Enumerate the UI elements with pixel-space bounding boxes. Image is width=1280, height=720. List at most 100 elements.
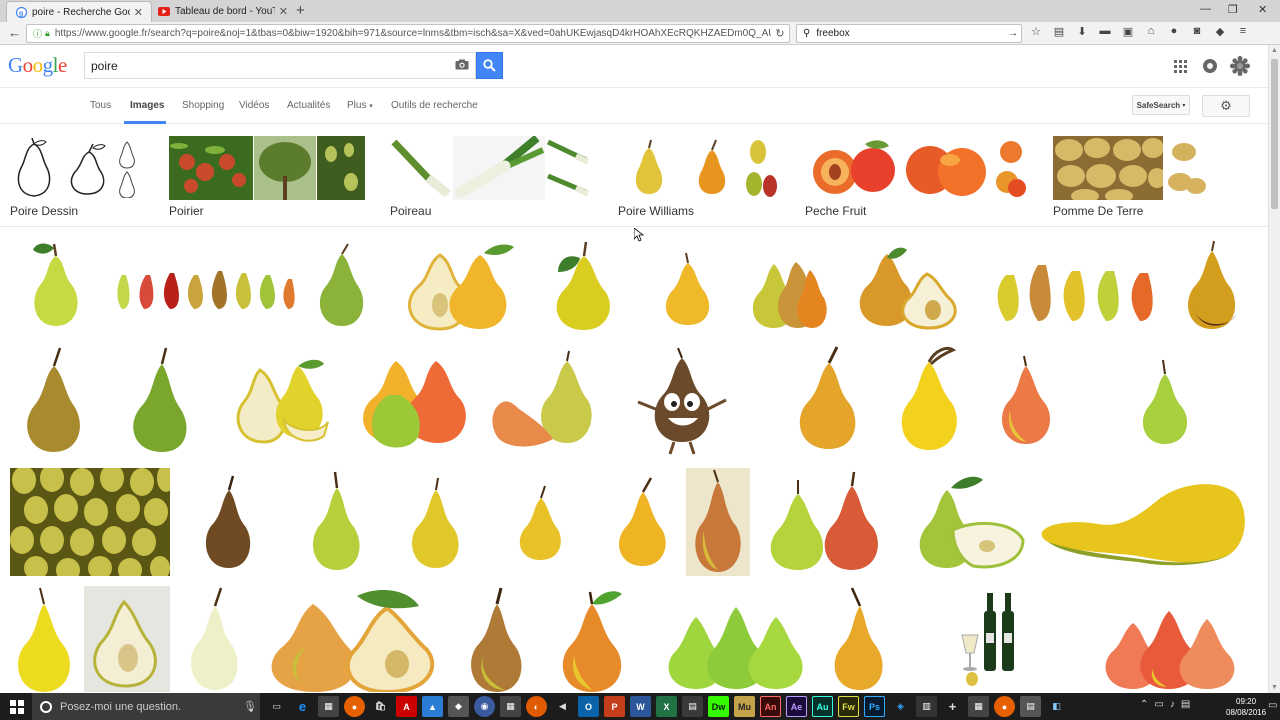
outlook-icon[interactable]: O [578,696,599,717]
image-result[interactable] [482,342,602,458]
app-icon[interactable]: ◀ [552,696,573,717]
image-result[interactable] [1038,468,1246,576]
go-arrow-icon[interactable]: → [1005,28,1021,39]
image-result[interactable] [984,238,1172,332]
image-result[interactable] [756,468,896,576]
home-icon[interactable]: ⌂ [1143,25,1159,38]
settings-button[interactable]: ⚙ [1202,95,1250,117]
chevron-up-icon[interactable]: ⌃ [1140,699,1148,710]
image-result[interactable] [10,238,102,332]
bookmarks-list-icon[interactable]: ▤ [1051,25,1067,38]
acrobat-icon[interactable]: A [396,696,417,717]
image-result[interactable] [1178,238,1244,332]
related-search-poire-dessin[interactable]: Poire Dessin [10,136,139,220]
network-icon[interactable]: ▭ [1154,699,1163,710]
tab-shopping[interactable]: Shopping [182,100,224,111]
image-result[interactable] [10,468,170,576]
image-result[interactable] [176,586,250,692]
microphone-icon[interactable]: 🎙︎ [240,700,260,713]
image-result[interactable] [888,342,970,458]
fireworks-icon[interactable]: Fw [838,696,859,717]
muse-icon[interactable]: Mu [734,696,755,717]
restore-icon[interactable]: ❐ [1228,3,1238,16]
keyboard-icon[interactable]: ▤ [1181,699,1190,710]
tab-all[interactable]: Tous [90,100,111,111]
scroll-up-icon[interactable]: ▲ [1271,47,1278,54]
menu-icon[interactable]: ≡ [1235,25,1251,38]
back-arrow-icon[interactable]: ← [8,25,21,40]
notifications-center-icon[interactable]: ▭ [1268,700,1277,711]
app-icon[interactable]: ▥ [916,696,937,717]
task-view-icon[interactable]: ▭ [266,696,287,717]
chat-icon[interactable]: ● [1166,25,1182,38]
related-search-poire-williams[interactable]: Poire Williams [618,136,781,220]
image-result[interactable] [102,342,214,458]
tab-close-icon[interactable]: ✕ [279,5,288,18]
close-window-icon[interactable]: ✕ [1258,3,1267,16]
animate-icon[interactable]: An [760,696,781,717]
library-icon[interactable]: ▣ [1120,25,1136,38]
image-result[interactable] [838,238,978,332]
image-result[interactable] [304,238,376,332]
pocket-icon[interactable]: ◙ [1189,25,1205,38]
powerpoint-icon[interactable]: P [604,696,625,717]
tab-videos[interactable]: Vidéos [239,100,269,111]
image-result[interactable] [902,468,1032,576]
notifications-icon[interactable] [1200,56,1220,76]
image-result[interactable] [344,342,476,458]
avatar[interactable] [1230,56,1250,76]
download-icon[interactable]: ⬇ [1074,25,1090,38]
reload-icon[interactable]: ↻ [771,27,789,40]
app-icon[interactable]: ◉ [474,696,495,717]
tab-close-icon[interactable]: ✕ [134,6,143,19]
image-result[interactable] [256,586,454,692]
scrollbar-thumb[interactable] [1271,59,1278,209]
dreamweaver-icon[interactable]: Dw [708,696,729,717]
image-result[interactable] [10,342,96,458]
image-result[interactable] [84,586,170,692]
image-result[interactable] [976,342,1074,458]
image-result[interactable] [1080,342,1248,458]
tab-google-search[interactable]: g poire - Recherche Google ✕ [6,1,152,22]
url-bar[interactable]: ⓘ 🔒︎ https://www.google.fr/search?q=poir… [26,24,790,43]
excel-icon[interactable]: X [656,696,677,717]
related-search-poireau[interactable]: Poireau [390,136,591,220]
image-result[interactable] [382,238,522,332]
image-result[interactable] [528,238,634,332]
tab-images[interactable]: Images [130,100,164,111]
image-result[interactable] [654,586,816,692]
image-result[interactable] [600,468,680,576]
tab-youtube[interactable]: Tableau de bord - YouTube ✕ [150,1,296,22]
camera-search-icon[interactable] [449,58,475,73]
app-icon[interactable]: ▦ [968,696,989,717]
taskbar-clock[interactable]: 09:20 08/08/2016 [1226,696,1266,718]
browser-search-bar[interactable]: ⚲ freebox → [796,24,1022,43]
calculator-icon[interactable]: ▦ [318,696,339,717]
firefox-icon[interactable]: ● [994,696,1015,717]
related-search-peche-fruit[interactable]: Peche Fruit [805,136,1028,220]
app-icon[interactable]: ▤ [1020,696,1041,717]
apps-grid-icon[interactable] [1170,56,1190,76]
app-icon[interactable]: ▤ [682,696,703,717]
tab-news[interactable]: Actualités [287,100,330,111]
store-icon[interactable]: 🛍︎ [370,696,391,717]
cortana-search[interactable]: Posez-moi une question. 🎙︎ [32,693,260,720]
app-icon[interactable]: ◧ [1046,696,1067,717]
image-result[interactable] [484,468,594,576]
word-icon[interactable]: W [630,696,651,717]
folder-icon[interactable]: ▬ [1097,25,1113,38]
image-result[interactable] [766,342,882,458]
photoshop-icon[interactable]: Ps [864,696,885,717]
after-effects-icon[interactable]: Ae [786,696,807,717]
search-tools-button[interactable]: Outils de recherche [391,100,478,111]
blender-icon[interactable]: ◐ [526,696,547,717]
app-icon[interactable]: ▲ [422,696,443,717]
new-tab-icon[interactable]: + [296,2,305,19]
image-result[interactable] [176,468,278,576]
image-result[interactable] [108,238,298,332]
safesearch-button[interactable]: SafeSearch ▾ [1132,95,1190,115]
extension-icon[interactable]: ◆ [1212,25,1228,38]
tab-more[interactable]: Plus ▾ [347,100,373,111]
image-result[interactable] [608,342,760,458]
image-result[interactable] [284,468,386,576]
